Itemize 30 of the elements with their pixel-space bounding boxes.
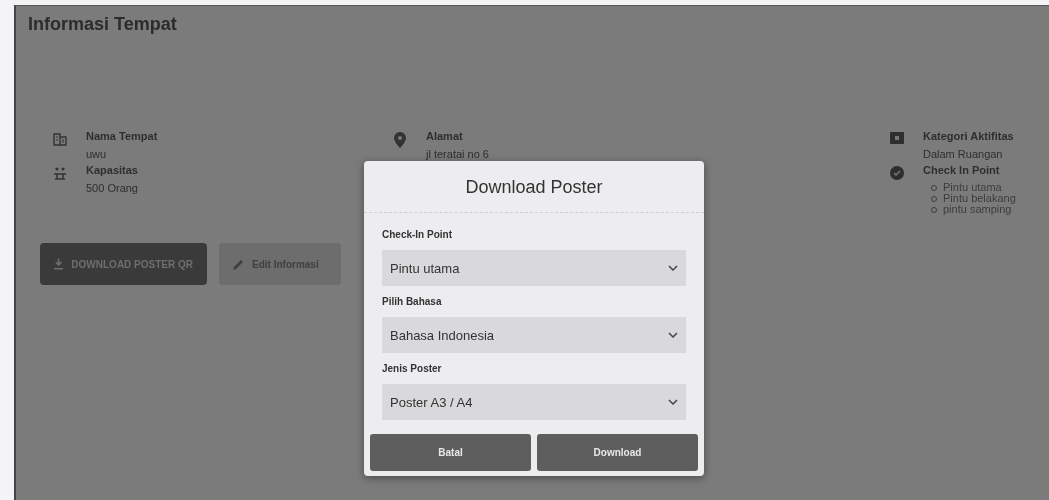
field-label: Check-In Point: [382, 229, 453, 240]
field-label: Alamat: [426, 130, 464, 142]
field-value: Dalam Ruangan: [923, 148, 1004, 160]
list-item: Pintu utama: [943, 182, 1002, 193]
people-icon: [53, 166, 67, 180]
chevron-down-icon: [668, 332, 678, 338]
dropdown-field[interactable]: Bahasa Indonesia: [382, 317, 686, 353]
pencil-icon: [233, 258, 244, 270]
dropdown-field[interactable]: Pintu utama: [382, 250, 686, 286]
cancel-button[interactable]: Batal: [370, 434, 531, 471]
field-label: Kategori Aktifitas: [923, 130, 1014, 142]
tag-icon: [890, 132, 904, 144]
chevron-down-icon: [668, 399, 678, 405]
field-label: Jenis Poster: [382, 363, 443, 374]
location-pin-icon: [394, 132, 406, 148]
field-value: uwu: [86, 148, 108, 160]
building-icon: [53, 132, 67, 146]
chevron-down-icon: [668, 265, 678, 271]
download-icon: [54, 258, 64, 270]
page-title: Informasi Tempat: [27, 13, 178, 35]
field-label: Nama Tempat: [86, 130, 158, 142]
field-label: Pilih Bahasa: [382, 296, 443, 307]
dialog-title: Download Poster: [364, 161, 704, 213]
field-label: Kapasitas: [86, 164, 138, 176]
download-button[interactable]: Download: [537, 434, 698, 471]
list-item: pintu samping: [943, 204, 1012, 215]
check-circle-icon: [890, 166, 904, 180]
dropdown-field[interactable]: Poster A3 / A4: [382, 384, 686, 420]
list-item: Pintu belakang: [943, 193, 1016, 204]
field-label: Check In Point: [923, 164, 1001, 176]
